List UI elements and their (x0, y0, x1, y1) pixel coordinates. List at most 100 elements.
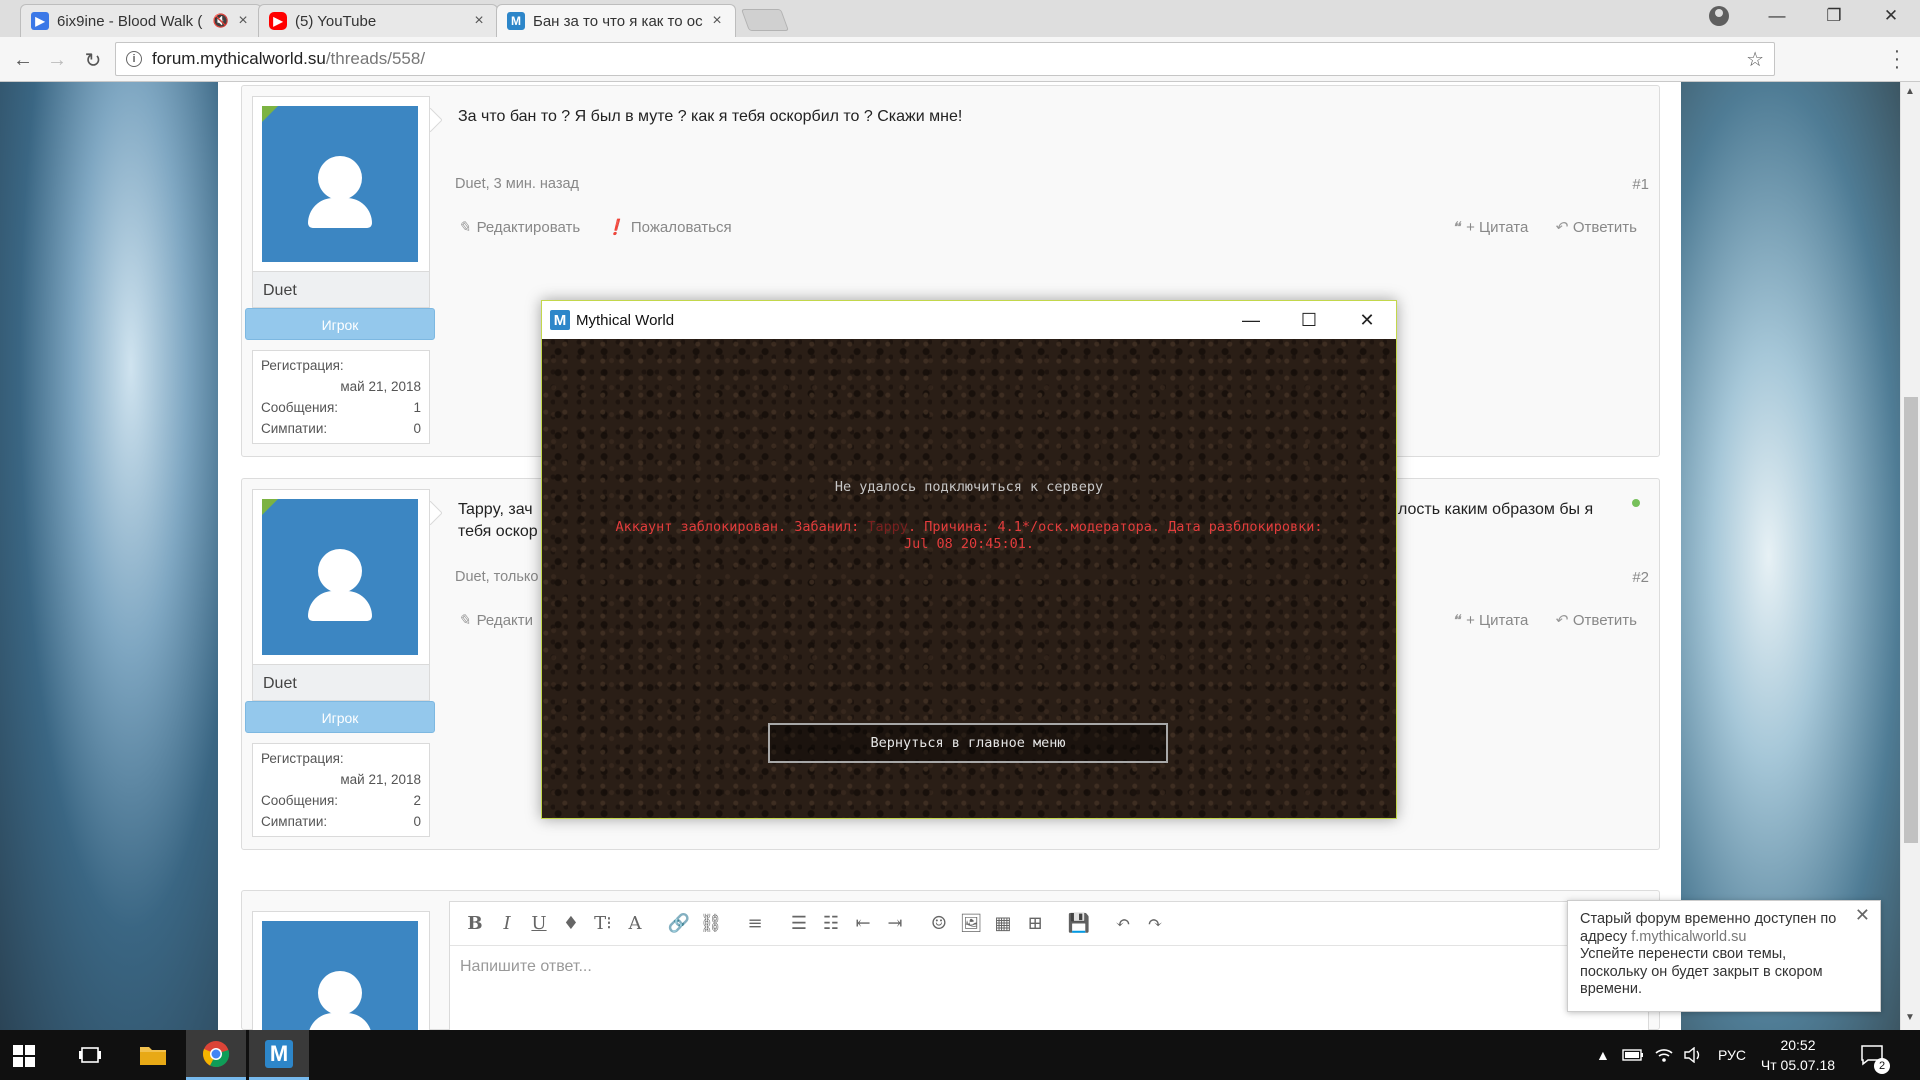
user-role-badge: Игрок (245, 308, 435, 340)
avatar[interactable] (262, 106, 418, 262)
info-icon[interactable]: i (126, 51, 142, 67)
bookmark-star-icon[interactable]: ☆ (1746, 47, 1764, 72)
scroll-up-icon[interactable]: ▲ (1905, 86, 1915, 97)
smiley-icon[interactable]: ☺ (924, 910, 954, 938)
game-window: M Mythical World — ☐ ✕ Не удалось подклю… (541, 300, 1397, 819)
quote-button[interactable]: ❝ + Цитата (1452, 218, 1528, 237)
outdent-icon[interactable]: ⇤ (848, 910, 878, 938)
reply-button[interactable]: ↶ Ответить (1554, 611, 1637, 630)
wifi-icon[interactable] (1654, 1030, 1674, 1080)
language-indicator[interactable]: РУС (1718, 1030, 1746, 1080)
bullet-list-icon[interactable]: ☰ (784, 910, 814, 938)
minimize-window-button[interactable]: — (1749, 0, 1805, 32)
mythical-world-icon: M (550, 310, 570, 330)
post-number[interactable]: #1 (1632, 176, 1649, 193)
bold-icon[interactable]: B (460, 910, 490, 938)
username[interactable]: Duet (252, 272, 430, 308)
save-draft-icon[interactable]: 💾 (1064, 910, 1094, 938)
post-actions: ✎ Редакти (458, 611, 533, 630)
notice-link[interactable]: f.mythicalworld.su (1631, 929, 1746, 945)
font-family-icon[interactable]: A (620, 910, 650, 938)
back-arrow-icon[interactable]: ← (8, 45, 38, 75)
restore-window-button[interactable]: ❐ (1806, 0, 1862, 32)
close-tab-icon[interactable]: × (471, 12, 487, 30)
post-meta[interactable]: Duet, 3 мин. назад (455, 176, 579, 192)
windows-taskbar: M ▲ РУС 20:52 Чт 05.07.18 2 (0, 1030, 1920, 1080)
chrome-icon[interactable] (186, 1030, 246, 1080)
post-number[interactable]: #2 (1632, 569, 1649, 586)
connection-error-text: Не удалось подключиться к серверу (834, 479, 1104, 495)
battery-icon[interactable] (1622, 1030, 1644, 1080)
underline-icon[interactable]: U (524, 910, 554, 938)
close-tab-icon[interactable]: × (235, 12, 251, 30)
file-explorer-icon[interactable] (123, 1030, 183, 1080)
online-indicator-icon (262, 106, 278, 122)
italic-icon[interactable]: I (492, 910, 522, 938)
mythical-icon: M (507, 12, 525, 30)
forward-arrow-icon[interactable]: → (42, 45, 72, 75)
game-titlebar[interactable]: M Mythical World — ☐ ✕ (542, 301, 1396, 339)
reload-icon[interactable]: ↻ (78, 45, 108, 75)
system-clock[interactable]: 20:52 Чт 05.07.18 (1752, 1035, 1844, 1075)
post-actions-right: ❝ + Цитата ↶ Ответить (1452, 218, 1637, 237)
back-to-main-menu-button[interactable]: Вернуться в главное меню (768, 723, 1168, 763)
avatar-frame[interactable] (252, 96, 430, 272)
post-meta[interactable]: Duet, только (455, 569, 539, 585)
tab-blood-walk[interactable]: ▶ 6ix9ine - Blood Walk ( 🔇 × (20, 4, 262, 37)
browser-menu-icon[interactable]: · · · (1892, 41, 1902, 77)
username[interactable]: Duet (252, 665, 430, 701)
mythical-launcher-icon[interactable]: M (249, 1030, 309, 1080)
avatar-frame[interactable] (252, 911, 430, 1043)
text-color-icon[interactable]: ♦ (556, 910, 586, 938)
insert-icon[interactable]: ⊞ (1020, 910, 1050, 938)
speech-arrow (430, 501, 442, 525)
profile-icon[interactable] (1709, 6, 1729, 26)
game-maximize-button[interactable]: ☐ (1280, 301, 1338, 339)
media-icon[interactable]: ▦ (988, 910, 1018, 938)
game-minimize-button[interactable]: — (1222, 301, 1280, 339)
volume-icon[interactable] (1683, 1030, 1703, 1080)
font-size-icon[interactable]: T⁝ (588, 910, 618, 938)
numbered-list-icon[interactable]: ☷ (816, 910, 846, 938)
avatar[interactable] (262, 921, 418, 1043)
post-message-end: лость каким образом бы я (1398, 501, 1594, 518)
task-view-icon[interactable] (60, 1030, 120, 1080)
game-close-button[interactable]: ✕ (1338, 301, 1396, 339)
image-icon[interactable]: 🖼 (956, 910, 986, 938)
reply-button[interactable]: ↶ Ответить (1554, 218, 1637, 237)
user-block: Duet Игрок Регистрация: май 21, 2018 Соо… (245, 96, 435, 444)
post-message-line2: тебя оскор (458, 523, 538, 540)
unlink-icon[interactable]: ⛓ (696, 910, 726, 938)
link-icon[interactable]: 🔗 (664, 910, 694, 938)
avatar[interactable] (262, 499, 418, 655)
edit-button[interactable]: ✎ Редакти (458, 611, 533, 630)
scroll-thumb[interactable] (1904, 397, 1918, 843)
muted-speaker-icon[interactable]: 🔇 (213, 13, 229, 29)
reply-input[interactable]: Напишите ответ... (450, 946, 1648, 988)
show-hidden-icons[interactable]: ▲ (1596, 1030, 1610, 1080)
notice-text-2: Успейте перенести свои темы, поскольку о… (1580, 946, 1823, 997)
scroll-down-icon[interactable]: ▼ (1905, 1012, 1915, 1023)
tab-strip: ▶ 6ix9ine - Blood Walk ( 🔇 × ▶ (5) YouTu… (0, 0, 1920, 37)
undo-icon[interactable]: ↶ (1108, 910, 1138, 938)
tab-forum-thread[interactable]: M Бан за то что я как то ос × (496, 4, 736, 37)
close-window-button[interactable]: ✕ (1863, 0, 1919, 32)
post-message-start: Tappy, зач (458, 501, 533, 518)
new-tab-button[interactable] (740, 9, 790, 31)
user-block: Duet Игрок Регистрация: май 21, 2018 Соо… (245, 489, 435, 837)
indent-icon[interactable]: ⇥ (880, 910, 910, 938)
url-host: forum.mythicalworld.su (152, 49, 326, 68)
tab-youtube[interactable]: ▶ (5) YouTube × (258, 4, 498, 37)
windows-start-icon[interactable] (13, 1045, 35, 1067)
action-center-icon[interactable]: 2 (1860, 1030, 1890, 1080)
report-button[interactable]: ❗ Пожаловаться (606, 218, 731, 237)
close-notice-icon[interactable]: ✕ (1855, 906, 1870, 925)
redo-icon[interactable]: ↷ (1140, 910, 1170, 938)
edit-button[interactable]: ✎ Редактировать (458, 218, 580, 237)
align-icon[interactable]: ≡ (740, 910, 770, 938)
address-bar[interactable]: i forum.mythicalworld.su/threads/558/ ☆ (115, 42, 1775, 76)
close-tab-icon[interactable]: × (709, 12, 725, 30)
avatar-frame[interactable] (252, 489, 430, 665)
page-scrollbar[interactable]: ▲ ▼ (1900, 82, 1920, 1030)
quote-button[interactable]: ❝ + Цитата (1452, 611, 1528, 630)
